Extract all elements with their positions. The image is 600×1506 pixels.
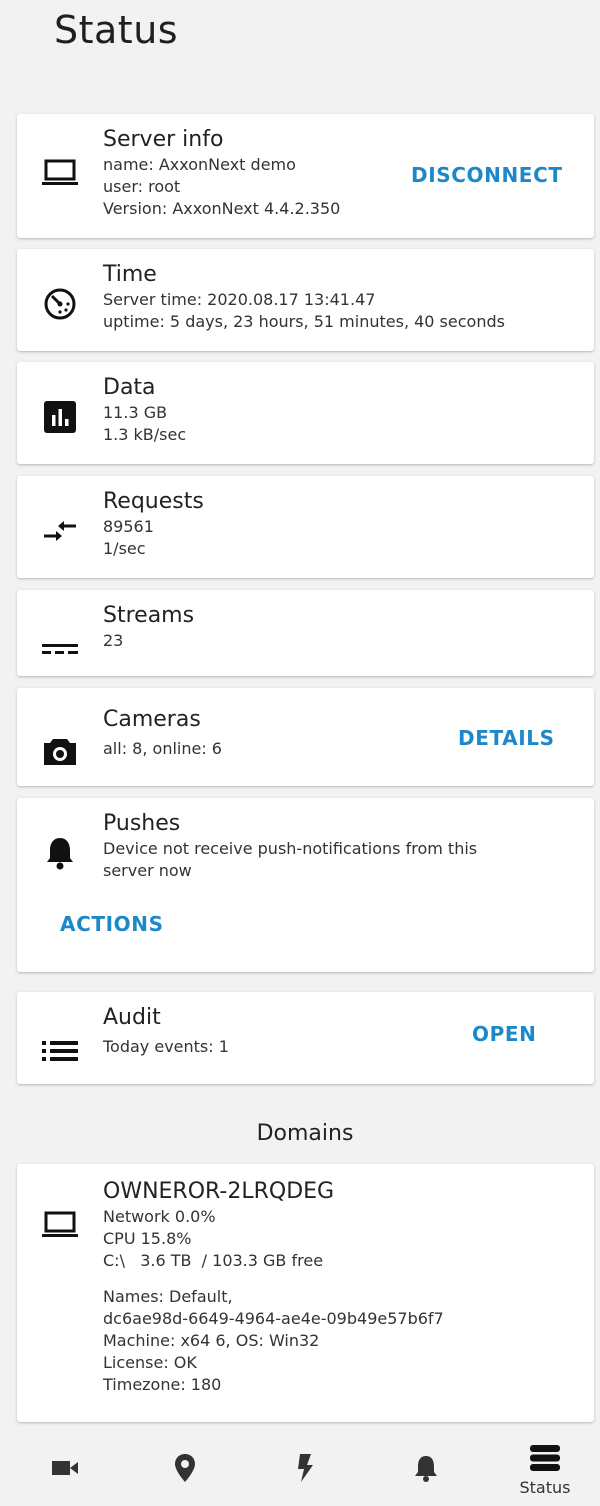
requests-title: Requests <box>103 489 204 514</box>
nav-item-notifications[interactable] <box>386 1434 466 1506</box>
disconnect-button[interactable]: DISCONNECT <box>411 163 563 187</box>
pushes-message-line1: Device not receive push-notifications fr… <box>103 839 478 858</box>
domain-cpu: CPU 15.8% <box>103 1229 192 1248</box>
domain-license: License: OK <box>103 1353 197 1372</box>
domain-network: Network 0.0% <box>103 1207 216 1226</box>
server-version: Version: AxxonNext 4.4.2.350 <box>103 199 341 218</box>
bell-icon <box>41 834 79 872</box>
pushes-card: Pushes Device not receive push-notificat… <box>17 798 594 972</box>
data-card: Data 11.3 GB 1.3 kB/sec <box>17 362 594 464</box>
details-button[interactable]: DETAILS <box>458 726 555 750</box>
bar-chart-icon <box>41 398 79 436</box>
server-time: Server time: 2020.08.17 13:41.47 <box>103 290 376 309</box>
domain-card[interactable]: OWNEROR-2LRQDEG Network 0.0% CPU 15.8% C… <box>17 1164 594 1422</box>
domain-disk: C:\ 3.6 TB / 103.3 GB free <box>103 1251 324 1270</box>
domain-timezone: Timezone: 180 <box>103 1375 222 1394</box>
bell-icon <box>414 1453 438 1487</box>
requests-card: Requests 89561 1/sec <box>17 476 594 578</box>
page-title: Status <box>54 8 179 52</box>
compare-arrows-icon <box>41 512 79 550</box>
domain-name: OWNEROR-2LRQDEG <box>103 1179 335 1204</box>
domain-machine: Machine: x64 6, OS: Win32 <box>103 1331 320 1350</box>
actions-button[interactable]: ACTIONS <box>60 912 164 936</box>
cameras-card: Cameras all: 8, online: 6 DETAILS <box>17 688 594 786</box>
domain-names-id: dc6ae98d-6649-4964-ae4e-09b49e57b6f7 <box>103 1309 444 1328</box>
data-title: Data <box>103 375 156 400</box>
pushes-message-line2: server now <box>103 861 192 880</box>
lightning-icon <box>296 1453 314 1487</box>
list-icon <box>41 1032 79 1070</box>
streams-card: Streams 23 <box>17 590 594 676</box>
pushes-title: Pushes <box>103 811 181 836</box>
nav-item-events[interactable] <box>265 1434 345 1506</box>
requests-rate: 1/sec <box>103 539 146 558</box>
server-info-card: Server info name: AxxonNext demo user: r… <box>17 114 594 238</box>
video-camera-icon <box>51 1459 79 1481</box>
open-button[interactable]: OPEN <box>472 1022 536 1046</box>
server-stack-icon <box>529 1444 561 1476</box>
data-size: 11.3 GB <box>103 403 168 422</box>
uptime: uptime: 5 days, 23 hours, 51 minutes, 40… <box>103 312 505 331</box>
domains-section-title: Domains <box>256 1121 354 1146</box>
bottom-navigation: Status <box>0 1434 600 1506</box>
time-card: Time Server time: 2020.08.17 13:41.47 up… <box>17 249 594 351</box>
data-rate: 1.3 kB/sec <box>103 425 187 444</box>
laptop-icon <box>41 1206 79 1244</box>
laptop-icon <box>41 154 79 192</box>
timer-icon <box>41 285 79 323</box>
nav-item-map[interactable] <box>145 1434 225 1506</box>
streams-icon <box>41 630 79 668</box>
audit-card: Audit Today events: 1 OPEN <box>17 992 594 1084</box>
nav-label-status: Status <box>519 1477 571 1497</box>
map-pin-icon <box>174 1453 196 1487</box>
camera-icon <box>41 732 79 770</box>
nav-item-status[interactable]: Status <box>505 1434 585 1506</box>
time-title: Time <box>103 262 157 287</box>
streams-title: Streams <box>103 603 195 628</box>
nav-item-video[interactable] <box>25 1434 105 1506</box>
streams-count: 23 <box>103 631 124 650</box>
domain-names: Names: Default, <box>103 1287 233 1306</box>
server-info-title: Server info <box>103 127 224 152</box>
requests-count: 89561 <box>103 517 154 536</box>
